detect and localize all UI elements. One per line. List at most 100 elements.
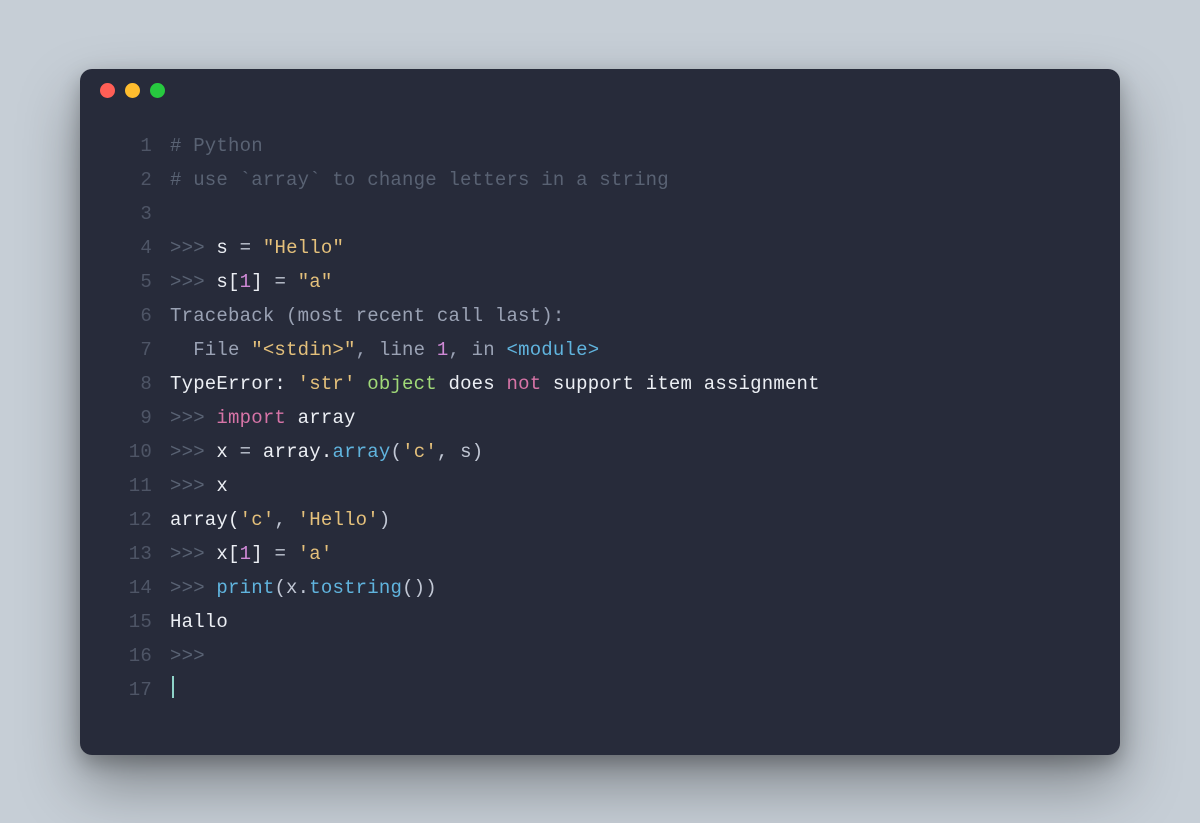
code-line: 14>>> print(x.tostring()) xyxy=(80,571,1092,605)
code-line: 11>>> x xyxy=(80,469,1092,503)
code-token: # use `array` to change letters in a str… xyxy=(170,169,669,191)
code-token: 'Hello' xyxy=(298,509,379,531)
line-number: 9 xyxy=(80,401,170,435)
line-content: >>> x[1] = 'a' xyxy=(170,537,1092,571)
line-content: >>> s = "Hello" xyxy=(170,231,1092,265)
code-token: 1 xyxy=(240,543,252,565)
code-token: does xyxy=(437,373,507,395)
code-token: print xyxy=(216,577,274,599)
code-line: 4>>> s = "Hello" xyxy=(80,231,1092,265)
code-token: array. xyxy=(263,441,333,463)
line-number: 6 xyxy=(80,299,170,333)
line-number: 2 xyxy=(80,163,170,197)
line-number: 5 xyxy=(80,265,170,299)
code-token: = xyxy=(240,237,263,259)
line-content: >>> import array xyxy=(170,401,1092,435)
code-token: not xyxy=(507,373,542,395)
line-number: 10 xyxy=(80,435,170,469)
code-token: >>> xyxy=(170,475,216,497)
code-token: >>> xyxy=(170,577,216,599)
code-token: # Python xyxy=(170,135,263,157)
minimize-icon[interactable] xyxy=(125,83,140,98)
code-token: ] xyxy=(251,543,274,565)
line-content: # Python xyxy=(170,129,1092,163)
code-token: import xyxy=(216,407,286,429)
code-token: x[ xyxy=(216,543,239,565)
code-token: , line xyxy=(356,339,437,361)
code-token: array xyxy=(332,441,390,463)
line-number: 3 xyxy=(80,197,170,231)
line-content: Traceback (most recent call last): xyxy=(170,299,1092,333)
code-token: 'c' xyxy=(402,441,437,463)
line-content: >>> print(x.tostring()) xyxy=(170,571,1092,605)
line-number: 4 xyxy=(80,231,170,265)
code-token: object xyxy=(367,373,437,395)
code-area[interactable]: 1# Python2# use `array` to change letter… xyxy=(80,113,1120,707)
line-number: 16 xyxy=(80,639,170,673)
line-number: 13 xyxy=(80,537,170,571)
code-token: = xyxy=(274,543,297,565)
code-token: , xyxy=(274,509,297,531)
code-token: 1 xyxy=(437,339,449,361)
code-line: 15Hallo xyxy=(80,605,1092,639)
code-token: >>> xyxy=(170,441,216,463)
code-token: 'a' xyxy=(298,543,333,565)
line-content: # use `array` to change letters in a str… xyxy=(170,163,1092,197)
code-line: 10>>> x = array.array('c', s) xyxy=(80,435,1092,469)
code-token: >>> xyxy=(170,543,216,565)
code-line: 3 xyxy=(80,197,1092,231)
code-line: 7 File "<stdin>", line 1, in <module> xyxy=(80,333,1092,367)
terminal-window: 1# Python2# use `array` to change letter… xyxy=(80,69,1120,755)
line-number: 11 xyxy=(80,469,170,503)
line-number: 1 xyxy=(80,129,170,163)
code-token: ) xyxy=(379,509,391,531)
code-token: tostring xyxy=(309,577,402,599)
code-token: x xyxy=(216,475,228,497)
line-number: 12 xyxy=(80,503,170,537)
line-content: >>> xyxy=(170,639,1092,673)
code-token: , in xyxy=(448,339,506,361)
code-token: "Hello" xyxy=(263,237,344,259)
code-token: TypeError: xyxy=(170,373,298,395)
code-token: <module> xyxy=(506,339,599,361)
code-line: 6Traceback (most recent call last): xyxy=(80,299,1092,333)
zoom-icon[interactable] xyxy=(150,83,165,98)
code-token: = xyxy=(274,271,297,293)
code-token: File xyxy=(170,339,251,361)
code-token: (x. xyxy=(274,577,309,599)
code-line: 16>>> xyxy=(80,639,1092,673)
line-content: >>> s[1] = "a" xyxy=(170,265,1092,299)
line-number: 7 xyxy=(80,333,170,367)
code-line: 5>>> s[1] = "a" xyxy=(80,265,1092,299)
code-token: array( xyxy=(170,509,240,531)
code-token: 1 xyxy=(240,271,252,293)
code-line: 13>>> x[1] = 'a' xyxy=(80,537,1092,571)
line-content: >>> x xyxy=(170,469,1092,503)
code-token: 'str' xyxy=(298,373,356,395)
line-content: array('c', 'Hello') xyxy=(170,503,1092,537)
code-token: >>> xyxy=(170,271,216,293)
code-token: s[ xyxy=(216,271,239,293)
line-content: TypeError: 'str' object does not support… xyxy=(170,367,1092,401)
code-token: , s) xyxy=(437,441,483,463)
code-token: "<stdin>" xyxy=(251,339,355,361)
code-token: ( xyxy=(391,441,403,463)
code-token: ()) xyxy=(402,577,437,599)
line-number: 8 xyxy=(80,367,170,401)
line-content: File "<stdin>", line 1, in <module> xyxy=(170,333,1092,367)
code-line: 8TypeError: 'str' object does not suppor… xyxy=(80,367,1092,401)
cursor-icon xyxy=(172,676,174,698)
code-line: 2# use `array` to change letters in a st… xyxy=(80,163,1092,197)
code-line: 12array('c', 'Hello') xyxy=(80,503,1092,537)
line-content: >>> x = array.array('c', s) xyxy=(170,435,1092,469)
code-token: x xyxy=(216,441,239,463)
code-token: >>> xyxy=(170,645,205,667)
code-token: ] xyxy=(251,271,274,293)
line-content: Hallo xyxy=(170,605,1092,639)
code-token: Traceback (most recent call last): xyxy=(170,305,564,327)
line-number: 14 xyxy=(80,571,170,605)
code-token: support item assignment xyxy=(541,373,819,395)
code-token: >>> xyxy=(170,237,216,259)
stage: 1# Python2# use `array` to change letter… xyxy=(0,0,1200,823)
close-icon[interactable] xyxy=(100,83,115,98)
